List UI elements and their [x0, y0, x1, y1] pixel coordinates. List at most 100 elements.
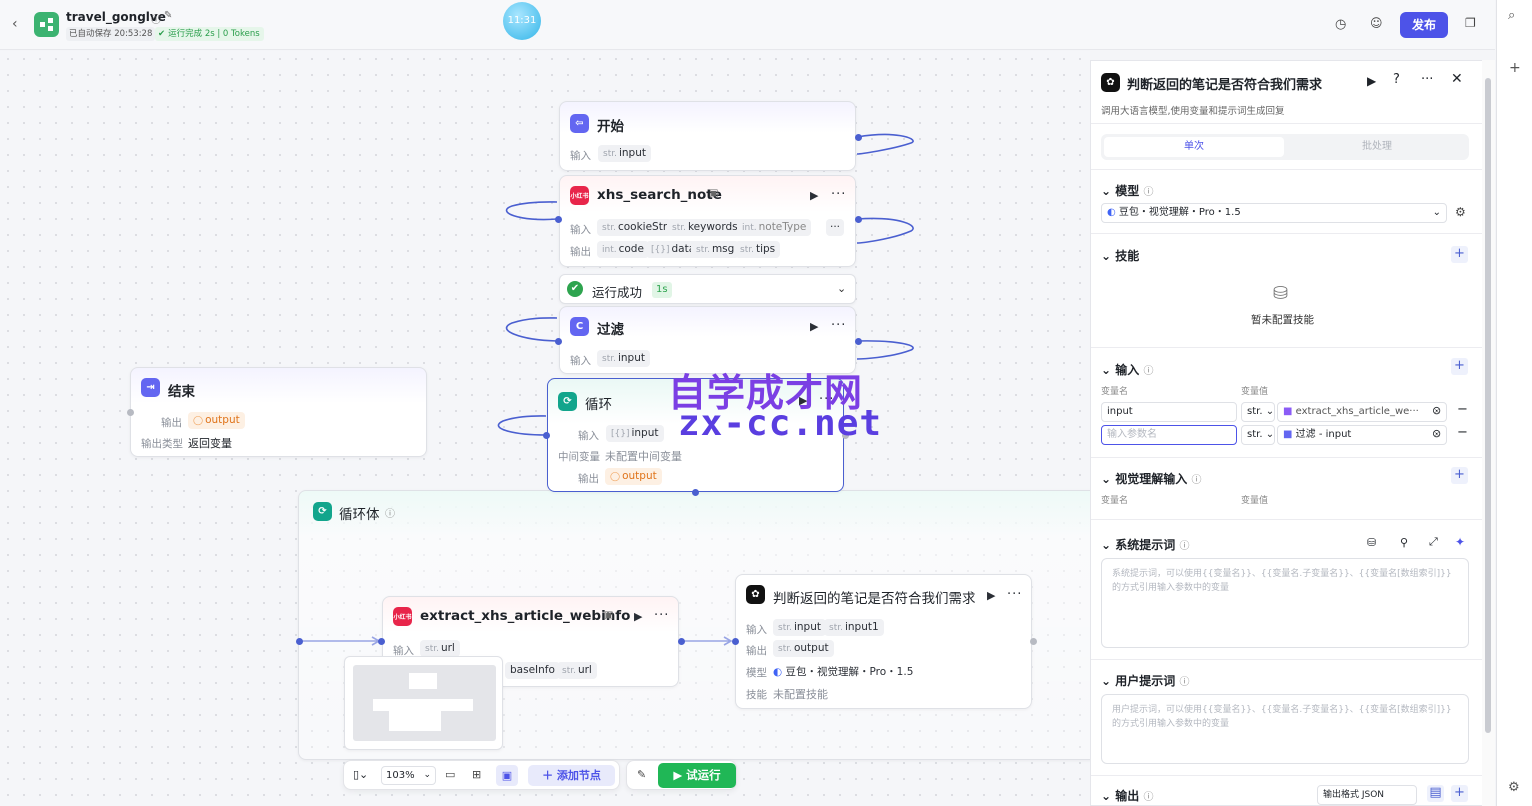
- run-success-bar[interactable]: ✔ 运行成功 1s ⌄: [559, 274, 856, 304]
- mouse-mode-icon[interactable]: ▯⌄: [353, 768, 368, 781]
- info-icon[interactable]: ⓘ: [1143, 792, 1153, 803]
- model-settings-icon[interactable]: ⚙: [1455, 205, 1466, 219]
- scrollbar-thumb[interactable]: [1485, 78, 1491, 733]
- help-icon[interactable]: ?: [1393, 72, 1400, 87]
- remove-row-icon[interactable]: −: [1457, 402, 1468, 417]
- more-icon[interactable]: ···: [1007, 587, 1022, 602]
- output-settings-icon[interactable]: ▤: [1427, 785, 1444, 802]
- output-type-value: 返回变量: [188, 437, 232, 450]
- collaborator-icon[interactable]: ☺: [1370, 16, 1383, 30]
- more-inputs-icon[interactable]: ···: [826, 219, 845, 236]
- param-value-ref[interactable]: ■ 过滤 - input ×: [1277, 425, 1447, 445]
- copy-icon[interactable]: ❐: [1465, 16, 1476, 30]
- run-node-icon[interactable]: ▶: [987, 589, 995, 602]
- lightbulb-icon[interactable]: ⚲: [1400, 536, 1408, 549]
- run-node-icon[interactable]: ▶: [1367, 74, 1376, 88]
- xhs-in-port[interactable]: [555, 216, 562, 223]
- type-select[interactable]: str. ⌄: [1241, 402, 1275, 422]
- model-select[interactable]: ◐ 豆包・视觉理解・Pro・1.5 ⌄: [1101, 203, 1447, 223]
- xhs-out-port[interactable]: [855, 216, 862, 223]
- minimap-toggle-icon[interactable]: ▣: [496, 765, 518, 786]
- library-icon[interactable]: ⛁: [1367, 536, 1376, 549]
- tab-batch[interactable]: 批处理: [1287, 137, 1467, 157]
- minimap-viewport: [353, 665, 496, 741]
- info-icon[interactable]: ⓘ: [385, 505, 395, 520]
- zoom-select[interactable]: 103% ⌄: [381, 766, 436, 785]
- history-icon[interactable]: ◷: [1335, 17, 1346, 32]
- info-icon[interactable]: ⓘ: [1143, 187, 1153, 198]
- ai-optimize-icon[interactable]: ✦: [1455, 535, 1465, 549]
- input-tag: [{}] input: [606, 425, 664, 442]
- output-label: 输出: [746, 645, 767, 657]
- vision-section-title[interactable]: ⌄ 视觉理解输入 ⓘ: [1101, 470, 1201, 487]
- info-icon[interactable]: ⓘ: [1191, 475, 1201, 486]
- panel-subtitle: 调用大语言模型,使用变量和提示词生成回复: [1101, 106, 1285, 117]
- add-node-button[interactable]: ＋ 添加节点: [528, 765, 615, 786]
- filter-out-port[interactable]: [855, 338, 862, 345]
- comment-icon[interactable]: ▭: [445, 768, 455, 781]
- loop-body-in-port[interactable]: [296, 638, 303, 645]
- more-icon[interactable]: ···: [831, 318, 846, 333]
- debug-icon[interactable]: ✎: [637, 768, 646, 781]
- param-name-input[interactable]: input: [1101, 402, 1237, 422]
- run-node-icon[interactable]: ▶: [634, 610, 642, 623]
- settings-icon[interactable]: ⚙: [1508, 780, 1520, 795]
- judge-out-port[interactable]: [1030, 638, 1037, 645]
- judge-in-port[interactable]: [732, 638, 739, 645]
- panel-scrollbar[interactable]: [1482, 60, 1495, 806]
- system-prompt-title[interactable]: ⌄ 系统提示词 ⓘ: [1101, 536, 1189, 553]
- xhs-search-node[interactable]: 小红书 xhs_search_note ▣ ▶ ··· 输入 str. cooki…: [559, 175, 856, 267]
- extract-in-port[interactable]: [378, 638, 385, 645]
- target-icon[interactable]: ⊙: [1432, 427, 1441, 440]
- more-icon[interactable]: ···: [1421, 72, 1433, 87]
- start-node[interactable]: ⇦ 开始 输入 str. input: [559, 101, 856, 171]
- more-icon[interactable]: ···: [831, 187, 846, 202]
- loop-body-port[interactable]: [692, 489, 699, 496]
- grid-icon[interactable]: ⊞: [472, 768, 481, 781]
- filter-in-port[interactable]: [555, 338, 562, 345]
- extract-out-port[interactable]: [678, 638, 685, 645]
- param-value-ref[interactable]: ■ extract_xhs_article_we··· ×: [1277, 402, 1447, 422]
- user-prompt-title[interactable]: ⌄ 用户提示词 ⓘ: [1101, 672, 1189, 689]
- remove-row-icon[interactable]: −: [1457, 425, 1468, 440]
- info-icon[interactable]: ⓘ: [1143, 366, 1153, 377]
- info-icon[interactable]: ⓘ: [1179, 677, 1189, 688]
- model-section-title[interactable]: ⌄ 模型 ⓘ: [1101, 182, 1153, 199]
- add-input-button[interactable]: +: [1451, 358, 1468, 375]
- more-icon[interactable]: ···: [654, 608, 669, 623]
- search-icon[interactable]: ⌕: [1508, 8, 1515, 23]
- target-icon[interactable]: ⊙: [1432, 404, 1441, 417]
- output-format-select[interactable]: 输出格式 JSON: [1317, 785, 1417, 805]
- info-icon[interactable]: ⓘ: [151, 11, 161, 26]
- run-node-icon[interactable]: ▶: [810, 189, 818, 202]
- close-icon[interactable]: ✕: [1451, 71, 1463, 87]
- judge-node[interactable]: ✿ 判断返回的笔记是否符合我们需求 ▶ ··· 输入 str. input str…: [735, 574, 1032, 709]
- skill-section-title[interactable]: ⌄ 技能: [1101, 247, 1139, 264]
- add-icon[interactable]: +: [1509, 60, 1521, 76]
- publish-button[interactable]: 发布: [1400, 12, 1448, 38]
- chevron-down-icon[interactable]: ⌄: [837, 282, 846, 295]
- minimap[interactable]: [344, 656, 503, 750]
- output-section-title[interactable]: ⌄ 输出 ⓘ: [1101, 787, 1153, 804]
- add-skill-button[interactable]: +: [1451, 246, 1468, 263]
- type-select[interactable]: str. ⌄: [1241, 425, 1275, 445]
- loop-in-port[interactable]: [543, 432, 550, 439]
- run-node-icon[interactable]: ▶: [810, 320, 818, 333]
- tab-single[interactable]: 单次: [1104, 137, 1284, 157]
- code-icon: C: [570, 317, 589, 336]
- user-prompt-textarea[interactable]: 用户提示词，可以使用{{变量名}}、{{变量名.子变量名}}、{{变量名[数组索…: [1101, 694, 1469, 764]
- start-out-port[interactable]: [855, 134, 862, 141]
- input-section-title[interactable]: ⌄ 输入 ⓘ: [1101, 361, 1153, 378]
- expand-icon[interactable]: ⤢: [1429, 535, 1438, 549]
- check-icon: ✔: [158, 29, 166, 39]
- info-icon[interactable]: ⓘ: [1179, 541, 1189, 552]
- edit-icon[interactable]: ✎: [164, 10, 172, 21]
- trial-run-button[interactable]: ▶ 试运行: [658, 763, 736, 788]
- back-icon[interactable]: ‹: [12, 16, 18, 32]
- end-node[interactable]: ⇥ 结束 输出 ◯ output 输出类型 返回变量: [130, 367, 427, 457]
- param-name-input[interactable]: 输入参数名: [1101, 425, 1237, 445]
- add-output-button[interactable]: +: [1451, 785, 1468, 802]
- add-vision-input-button[interactable]: +: [1451, 467, 1468, 484]
- end-in-port[interactable]: [127, 409, 134, 416]
- system-prompt-textarea[interactable]: 系统提示词，可以使用{{变量名}}、{{变量名.子变量名}}、{{变量名[数组索…: [1101, 558, 1469, 648]
